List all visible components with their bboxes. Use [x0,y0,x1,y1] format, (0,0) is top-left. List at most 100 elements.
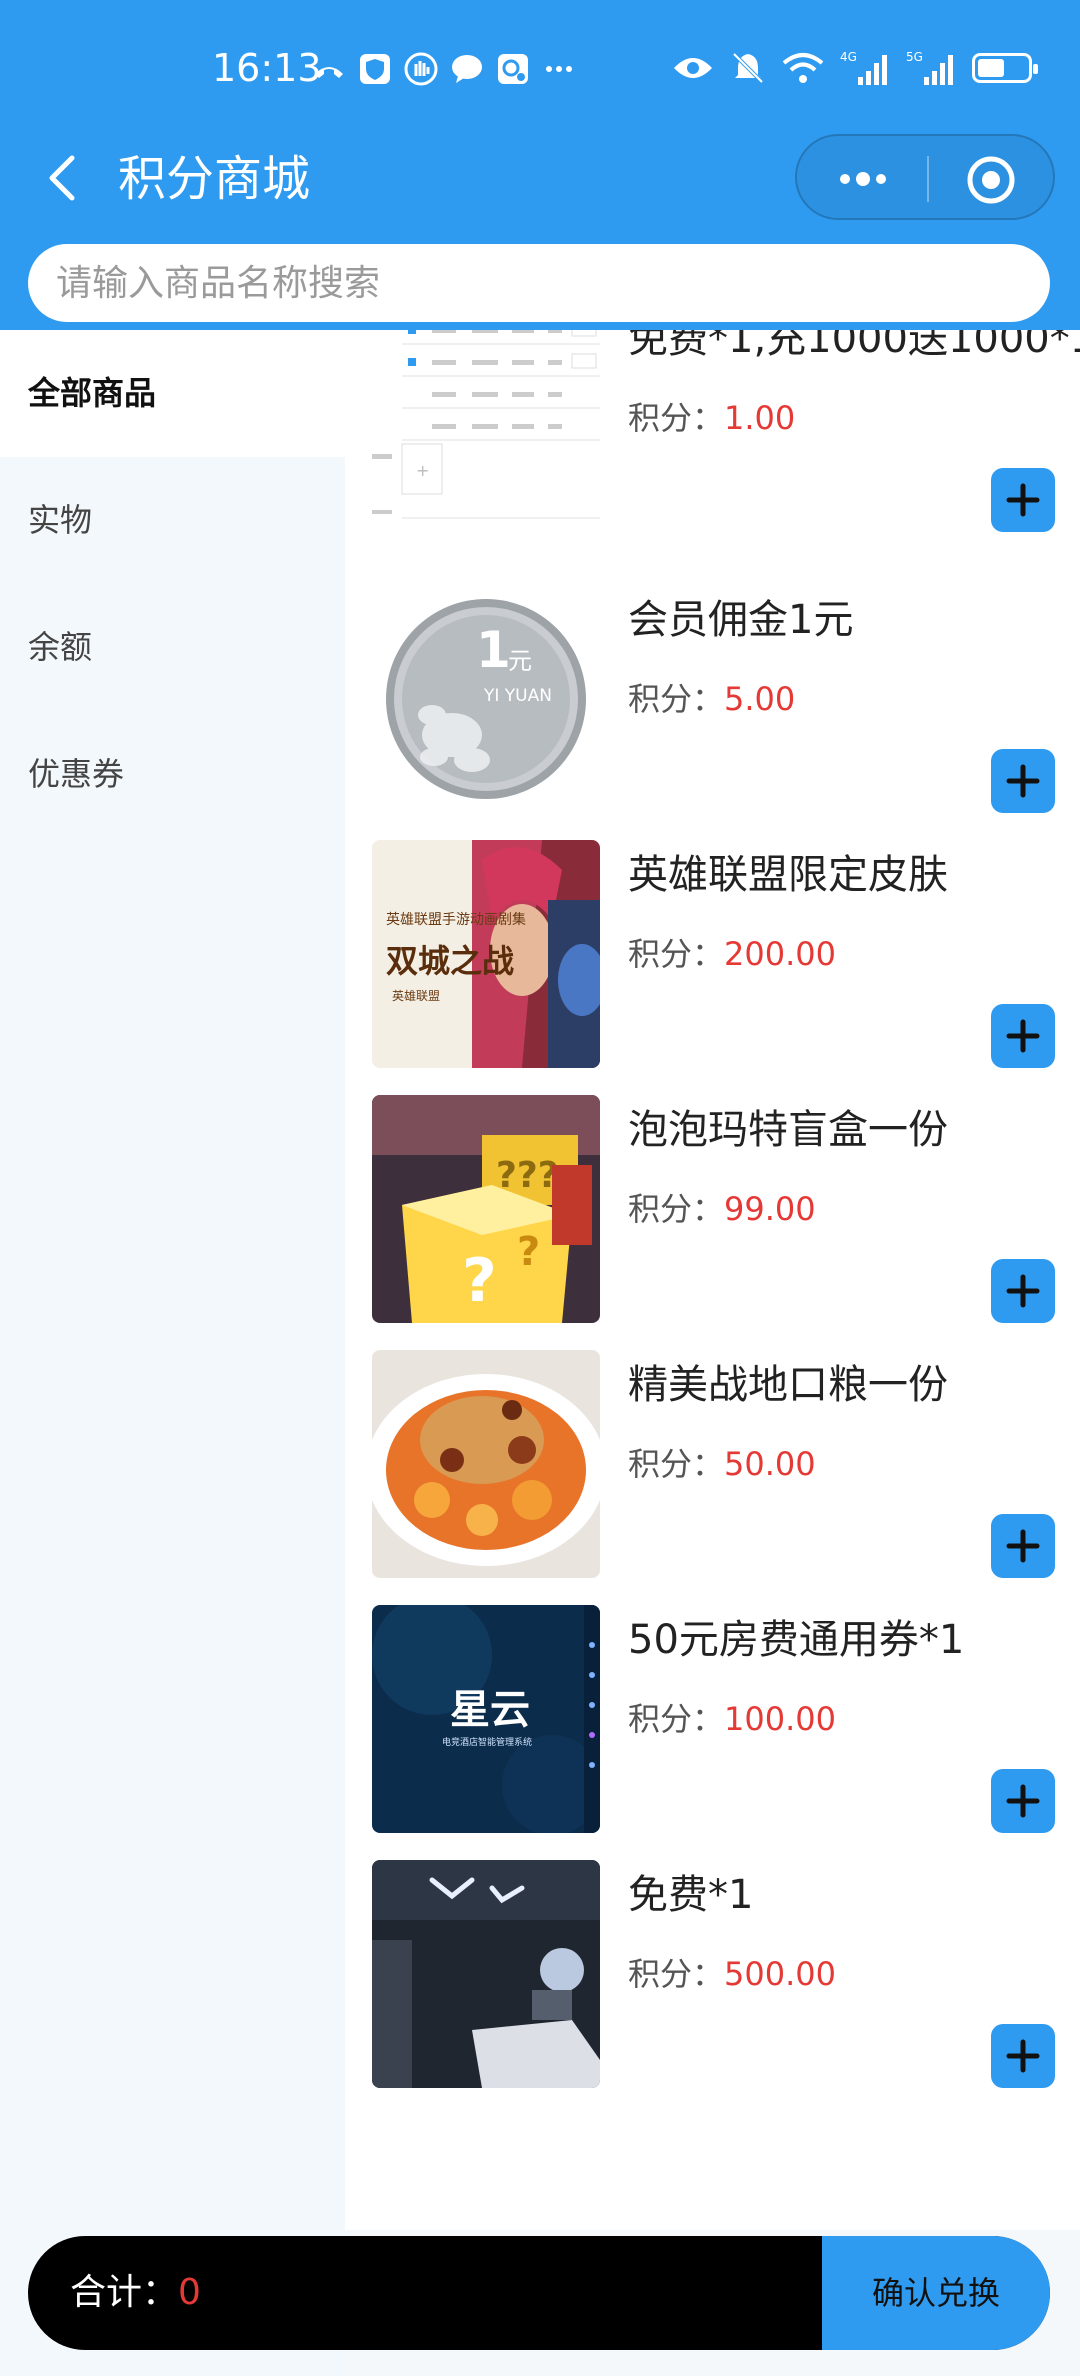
page-title: 积分商城 [118,151,311,207]
coin-pinyin-text: YI YUAN [483,686,552,706]
svg-text:4G: 4G [840,50,857,64]
mute-bell-icon [732,52,764,84]
signal-5g-icon: 5G [906,50,953,85]
total-summary: 合计：0 [70,2268,201,2318]
battery-icon [972,53,1038,83]
product-title: 泡泡玛特盲盒一份 [628,1107,948,1153]
poster-sub-text: 英雄联盟 [392,988,440,1003]
total-label: 合计： [70,2272,179,2313]
points-value: 500.00 [724,1955,836,1993]
product-image[interactable]: 英雄联盟手游动画剧集 双城之战 英雄联盟 [372,840,600,1068]
product-title: 英雄联盟限定皮肤 [628,852,948,898]
svg-text:+: + [416,461,429,480]
checkout-bar: 合计：0 确认兑换 [28,2236,1050,2350]
product-points: 积分：99.00 [628,1187,816,1231]
product-image[interactable]: 星云 电竞酒店智能管理系统 [372,1605,600,1833]
list-item: ??? ? ? 泡泡玛特盲盒一份 积分：99.00 [345,1095,1080,1350]
shield-icon [358,52,392,86]
missed-call-icon [312,52,346,86]
add-button[interactable] [991,468,1055,532]
signal-4g-icon: 4G [840,50,887,85]
confirm-exchange-button[interactable]: 确认兑换 [822,2236,1050,2350]
product-image[interactable] [372,1860,600,2088]
plus-icon [1006,2039,1040,2073]
status-bar: 16:13 4G 5G [0,0,1080,130]
list-item: 星云 电竞酒店智能管理系统 50元房费通用券*1 积分：100.00 [345,1605,1080,1860]
more-menu-icon[interactable] [835,162,891,196]
category-all[interactable]: 全部商品 [0,330,345,457]
points-label: 积分： [628,1445,725,1483]
product-points: 积分：1.00 [628,396,795,440]
plus-icon [1006,1274,1040,1308]
product-image[interactable]: ??? ? ? [372,1095,600,1323]
header: 16:13 4G 5G 积分商城 请输入商品名称搜索 [0,0,1080,330]
plus-icon [1006,1784,1040,1818]
system-status-icons: 4G 5G [672,46,1038,90]
points-label: 积分： [628,399,725,437]
plus-icon [1006,764,1040,798]
product-points: 积分：100.00 [628,1697,836,1741]
list-item: 1 元 YI YUAN 会员佣金1元 积分：5.00 [345,585,1080,840]
add-button[interactable] [991,749,1055,813]
add-button[interactable] [991,2024,1055,2088]
category-coupon[interactable]: 优惠券 [0,711,345,838]
product-points: 积分：5.00 [628,677,795,721]
svg-text:5G: 5G [906,50,923,64]
add-button[interactable] [991,1004,1055,1068]
plus-icon [1006,1019,1040,1053]
category-balance[interactable]: 余额 [0,584,345,711]
points-label: 积分： [628,1190,725,1228]
notification-icons [312,48,576,90]
poster-top-text: 英雄联盟手游动画剧集 [386,911,526,928]
add-button[interactable] [991,1514,1055,1578]
list-item: 免费*1 积分：500.00 [345,1860,1080,2115]
coin-unit-text: 元 [508,647,532,675]
product-image[interactable]: + [372,330,600,532]
points-label: 积分： [628,680,725,718]
product-points: 积分：200.00 [628,932,836,976]
banner-sub-text: 电竞酒店智能管理系统 [442,1736,532,1748]
coin-value-text: 1 [476,621,511,679]
list-item: + 免费*1,充1000送1000*1 积分：1.00 [345,330,1080,559]
svg-text:?: ? [517,1229,540,1275]
svg-text:???: ??? [496,1155,559,1196]
product-image[interactable]: 1 元 YI YUAN [372,585,600,813]
product-list: + 免费*1,充1000送1000*1 积分：1.00 1 元 YI YUAN [345,330,1080,2230]
capsule-divider [927,156,929,202]
product-image[interactable] [372,1350,600,1578]
search-bar[interactable] [28,244,1050,322]
nav-bar: 积分商城 [0,130,1080,230]
product-points: 积分：500.00 [628,1952,836,1996]
product-points: 积分：50.00 [628,1442,816,1486]
back-arrow-icon[interactable] [36,150,92,206]
product-title: 会员佣金1元 [628,597,854,643]
points-label: 积分： [628,935,725,973]
points-value: 100.00 [724,1700,836,1738]
points-value: 1.00 [724,399,796,437]
list-item: 精美战地口粮一份 积分：50.00 [345,1350,1080,1605]
chat-icon [450,52,484,86]
hand-icon [404,52,438,86]
points-value: 99.00 [724,1190,816,1228]
category-sidebar: 全部商品 实物 余额 优惠券 [0,330,345,2376]
banner-logo-text: 星云 [450,1687,530,1733]
search-input[interactable] [56,244,1016,322]
eye-icon [674,58,712,78]
add-button[interactable] [991,1769,1055,1833]
points-value: 50.00 [724,1445,816,1483]
points-value: 5.00 [724,680,796,718]
product-title: 免费*1,充1000送1000*1 [628,330,1080,362]
close-target-icon[interactable] [965,154,1017,206]
points-label: 积分： [628,1955,725,1993]
points-label: 积分： [628,1700,725,1738]
add-button[interactable] [991,1259,1055,1323]
points-value: 200.00 [724,935,836,973]
category-physical[interactable]: 实物 [0,457,345,584]
status-time: 16:13 [212,46,322,90]
app-icon [496,52,530,86]
wifi-icon [782,53,824,83]
plus-icon [1006,483,1040,517]
more-dots-icon [542,52,576,86]
product-title: 50元房费通用券*1 [628,1617,965,1663]
poster-main-text: 双城之战 [386,942,514,980]
